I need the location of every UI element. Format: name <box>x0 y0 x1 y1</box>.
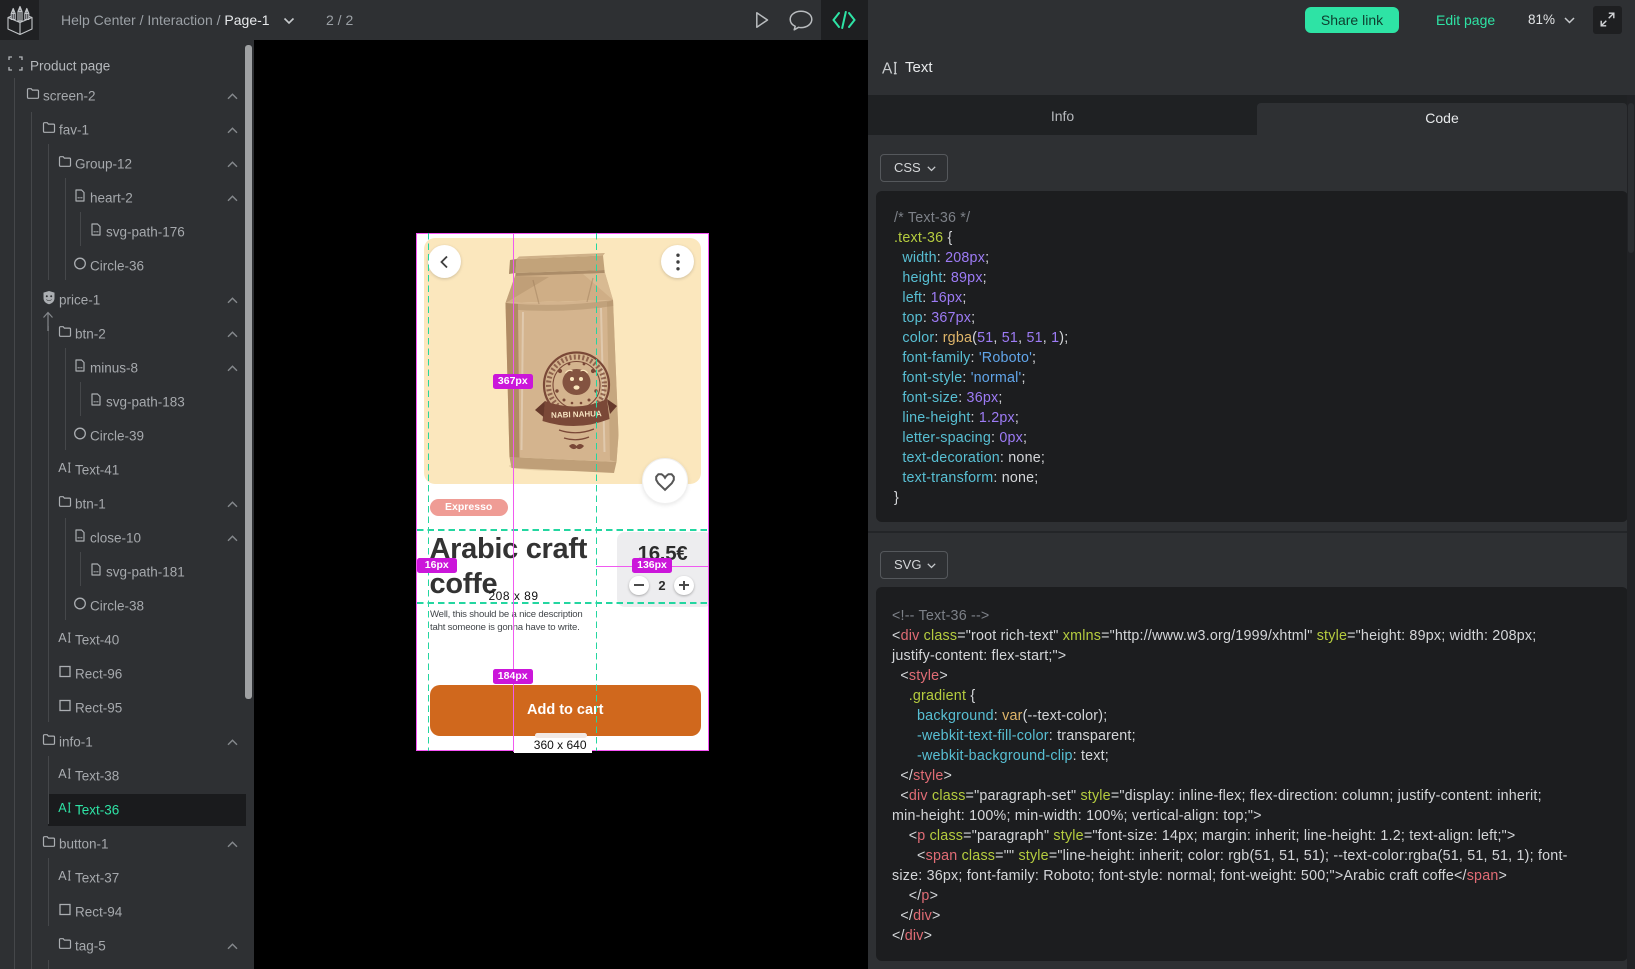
svg-text:A: A <box>58 767 67 781</box>
svg-text:A: A <box>58 869 67 883</box>
svg-text:A: A <box>58 461 67 475</box>
svg-text:A: A <box>882 61 893 76</box>
svg-text:A: A <box>58 801 67 815</box>
svg-text:A: A <box>58 631 67 645</box>
